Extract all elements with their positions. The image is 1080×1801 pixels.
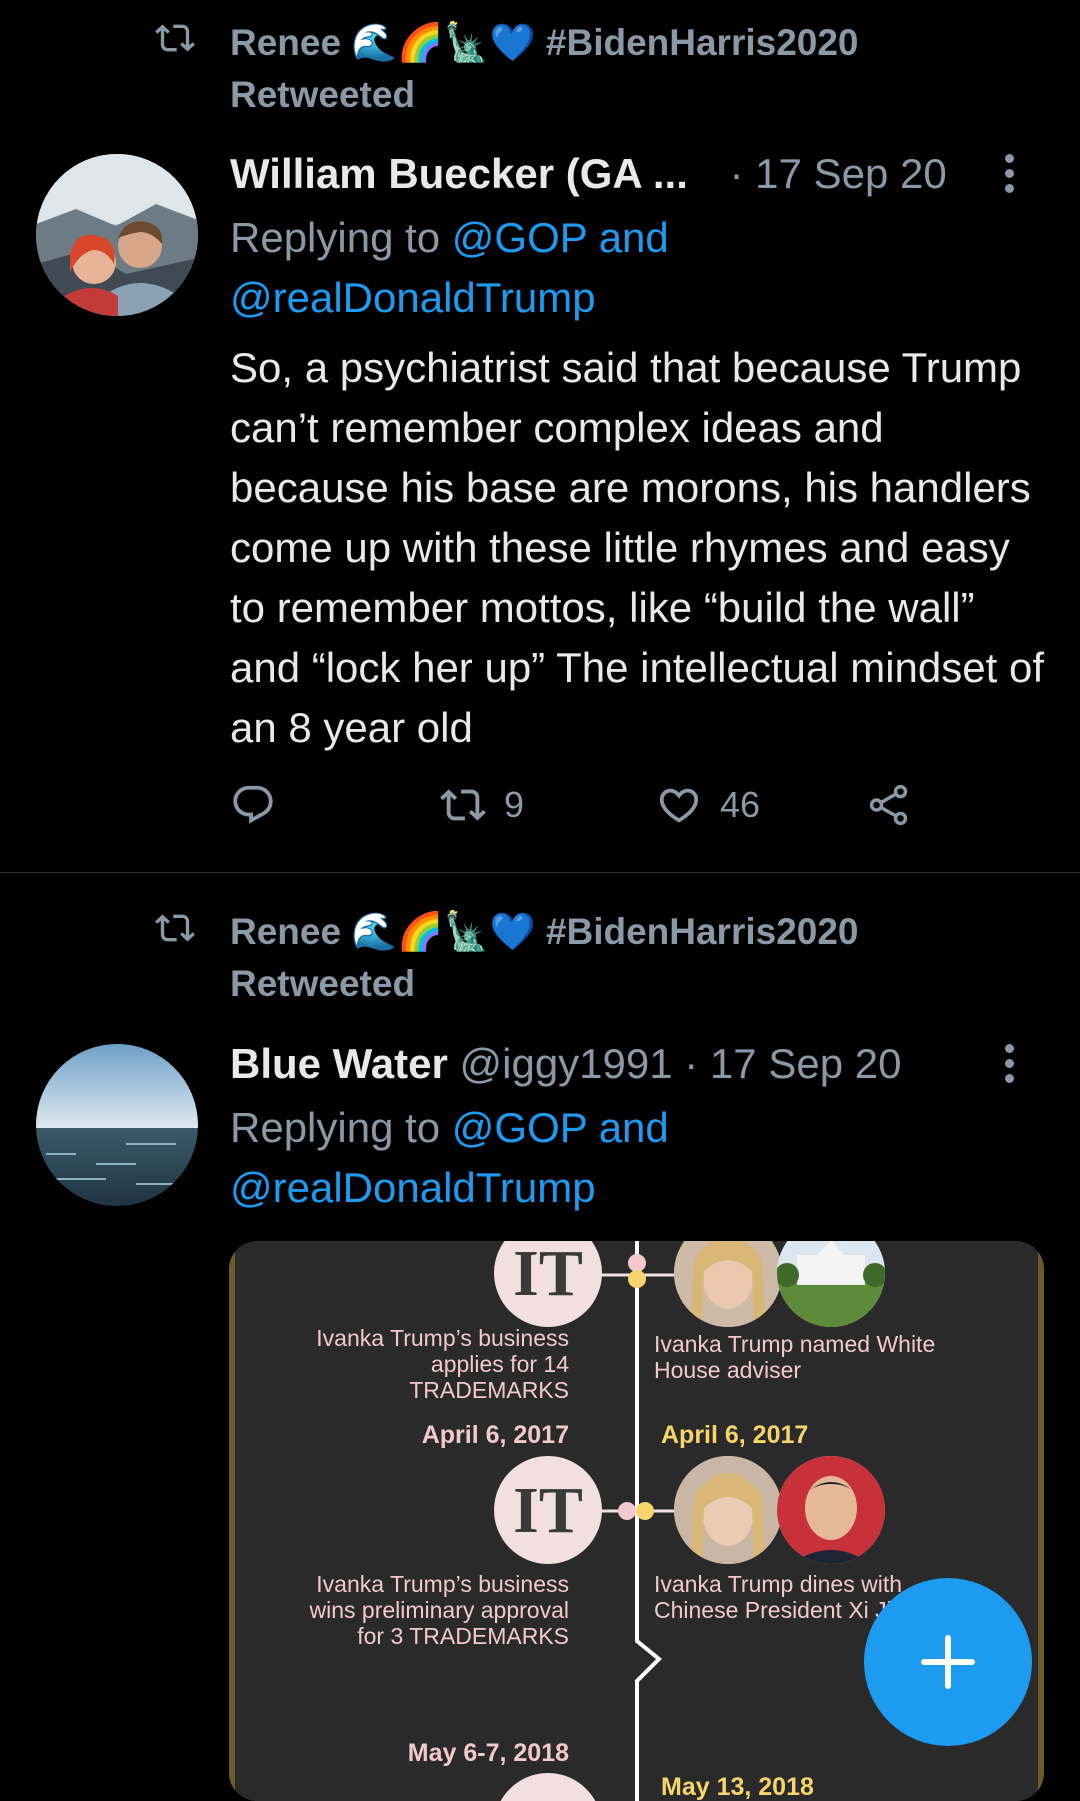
retweet-icon: [440, 789, 486, 821]
share-icon: [869, 784, 908, 826]
tweet[interactable]: Renee 🌊🌈🗽💙 #BidenHarris2020 Retweeted Wi…: [0, 0, 1080, 872]
replying-to: Replying to @GOP and @realDonaldTrump: [230, 1098, 990, 1218]
reply-icon: [233, 785, 273, 824]
trademark-logo: IT: [494, 1241, 602, 1327]
retweeted-label: Retweeted: [230, 74, 416, 115]
svg-text:IT: IT: [513, 1474, 583, 1547]
avatar-photo: [36, 154, 198, 316]
author-handle[interactable]: @iggy1991: [460, 1040, 673, 1087]
timeline-date: May 6-7, 2018: [407, 1739, 569, 1767]
retweeted-label: Retweeted: [230, 963, 416, 1004]
tweet-header: Blue Water @iggy1991 · 17 Sep 20: [230, 1036, 901, 1092]
share-button[interactable]: [866, 782, 930, 828]
author-name[interactable]: Blue Water: [230, 1040, 448, 1087]
svg-text:IT: IT: [513, 1241, 583, 1310]
tweet-date[interactable]: · 17 Sep 20: [684, 1040, 901, 1087]
trademark-logo: IT: [494, 1456, 602, 1564]
plus-icon: [921, 1635, 975, 1689]
retweeted-by[interactable]: Renee 🌊🌈🗽💙 #BidenHarris2020 Retweeted: [230, 17, 1010, 121]
more-icon[interactable]: [1005, 154, 1017, 199]
timeline-date: April 6, 2017: [661, 1421, 809, 1449]
tweet-date[interactable]: · 17 Sep 20: [730, 150, 947, 197]
retweet-icon: [155, 24, 195, 52]
replying-to: Replying to @GOP and @realDonaldTrump: [230, 208, 990, 328]
timeline-date: April 6, 2017: [421, 1421, 569, 1449]
retweeter-name[interactable]: Renee 🌊🌈🗽💙 #BidenHarris2020: [230, 911, 859, 952]
timeline-date: May 13, 2018: [661, 1773, 814, 1801]
retweet-indicator: [150, 910, 200, 948]
retweeter-name[interactable]: Renee 🌊🌈🗽💙 #BidenHarris2020: [230, 22, 859, 63]
retweet-button[interactable]: 9: [440, 782, 524, 828]
like-count: 46: [720, 784, 761, 825]
timeline-event-text: Ivanka Trump’s business applies for 14 T…: [316, 1325, 569, 1403]
timeline-event-text: Ivanka Trump’s business wins preliminary…: [309, 1571, 570, 1649]
avatar[interactable]: [36, 1044, 198, 1206]
retweet-icon: [155, 914, 195, 942]
ivanka-photo: [674, 1456, 782, 1564]
author-name[interactable]: William Buecker (GA ...: [230, 150, 688, 197]
like-icon: [659, 788, 699, 823]
tweet-text: So, a psychiatrist said that because Tru…: [230, 344, 1044, 751]
compose-button[interactable]: [864, 1578, 1032, 1746]
avatar[interactable]: [36, 154, 198, 316]
replying-prefix: Replying to: [230, 1104, 441, 1151]
reply-button[interactable]: [230, 782, 294, 828]
more-icon[interactable]: [1005, 1044, 1017, 1089]
tweet-header: William Buecker (GA ... · 17 Sep 20: [230, 146, 947, 202]
retweeted-by[interactable]: Renee 🌊🌈🗽💙 #BidenHarris2020 Retweeted: [230, 906, 1010, 1010]
xi-jinping-photo: [777, 1456, 885, 1564]
avatar-photo: [36, 1044, 198, 1206]
tweet-actions: 9 46: [230, 782, 930, 842]
like-button[interactable]: 46: [656, 782, 760, 828]
timeline-event-text: Ivanka Trump named White House adviser: [654, 1331, 936, 1383]
retweet-indicator: [150, 20, 200, 58]
replying-prefix: Replying to: [230, 214, 441, 261]
retweet-count: 9: [504, 784, 525, 825]
